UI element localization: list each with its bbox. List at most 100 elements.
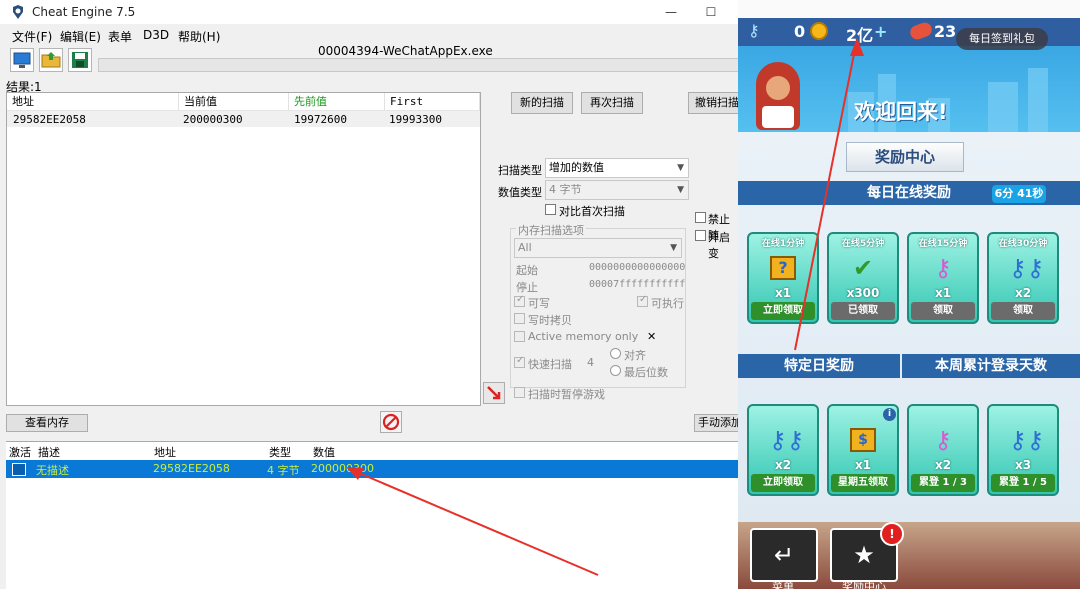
active-memory-checkbox[interactable] (514, 331, 525, 342)
col-header-first[interactable]: First (385, 93, 480, 111)
disable-random-checkbox[interactable] (695, 212, 706, 223)
add-to-list-arrow-icon[interactable] (483, 382, 505, 404)
col-header-type[interactable]: 类型 (269, 444, 291, 460)
col-header-description[interactable]: 描述 (38, 444, 60, 460)
open-file-icon[interactable] (39, 48, 63, 72)
menu-file[interactable]: 文件(F) (12, 28, 52, 45)
new-scan-button[interactable]: 新的扫描 (511, 92, 573, 114)
login-progress-button[interactable]: 累登 1 / 5 (991, 474, 1055, 492)
copy-on-write-checkbox[interactable] (514, 313, 525, 324)
hoverboard-icon (908, 20, 934, 42)
weekly-login-title: 本周累计登录天数 (902, 354, 1080, 378)
card-quantity: x1 (934, 286, 952, 300)
coins-count: 2亿 (846, 26, 874, 45)
keys-icon: ⚷⚷ (769, 426, 805, 454)
executable-checkbox[interactable] (637, 294, 648, 307)
claim-button[interactable]: 领取 (991, 302, 1055, 320)
scan-progress-bar (98, 58, 740, 72)
special-day-title: 特定日奖励 (738, 354, 900, 378)
info-icon[interactable]: i (883, 408, 896, 421)
add-coins-icon[interactable]: + (874, 22, 887, 41)
back-arrow-icon: ↵ (773, 541, 795, 569)
align-radio[interactable] (610, 348, 621, 359)
col-header-address[interactable]: 地址 (7, 93, 179, 111)
start-label: 起始 (516, 264, 538, 277)
enable-speedhack-checkbox[interactable] (695, 230, 706, 241)
chevron-down-icon: ▼ (670, 243, 677, 253)
key-icon: ⚷ (748, 21, 760, 40)
cell-current: 200000300 (183, 113, 243, 126)
last-digits-radio[interactable] (610, 365, 621, 376)
claim-now-button[interactable]: 立即领取 (751, 474, 815, 492)
memory-region-select[interactable]: All ▼ (514, 238, 682, 258)
claim-button[interactable]: 领取 (911, 302, 975, 320)
cell-address: 29582EE2058 (13, 113, 86, 126)
enable-speedhack-label: 开启变 (708, 231, 730, 260)
start-address-input[interactable]: 0000000000000000 (589, 262, 685, 273)
col-header-value[interactable]: 数值 (313, 444, 335, 460)
compare-first-checkbox[interactable] (545, 204, 556, 215)
stop-icon[interactable] (380, 411, 402, 433)
fast-scan-label: 快速扫描 (528, 358, 572, 371)
scan-type-select[interactable]: 增加的数值 ▼ (545, 158, 689, 178)
online-reward-card[interactable]: 在线1分钟 ? x1 立即领取 (747, 232, 819, 324)
view-memory-button[interactable]: 查看内存 (6, 414, 88, 432)
star-icon: ★ (853, 541, 875, 569)
save-icon[interactable] (68, 48, 92, 72)
keys-icon: ⚷⚷ (1009, 426, 1045, 454)
stop-address-input[interactable]: 00007fffffffffff (589, 279, 685, 290)
reward-center-tab[interactable]: 奖励中心 (846, 142, 964, 172)
menu-d3d[interactable]: D3D (143, 28, 169, 42)
card-title: 在线5分钟 (841, 239, 885, 249)
close-icon[interactable]: ✕ (647, 330, 656, 343)
row-value[interactable]: 200000300 (311, 462, 374, 475)
card-quantity: x2 (774, 458, 792, 472)
phone-status-strip (738, 0, 1080, 18)
weekly-reward-card[interactable]: ⚷⚷ x3 累登 1 / 5 (987, 404, 1059, 496)
col-header-previous[interactable]: 先前值 (289, 93, 385, 111)
next-scan-button[interactable]: 再次扫描 (581, 92, 643, 114)
select-process-icon[interactable] (10, 48, 34, 72)
special-reward-card[interactable]: ⚷⚷ x2 立即领取 (747, 404, 819, 496)
col-header-address[interactable]: 地址 (154, 444, 176, 460)
table-row[interactable]: 无描述 29582EE2058 4 字节 200000300 (6, 460, 740, 478)
address-list[interactable]: 激活 描述 地址 类型 数值 无描述 29582EE2058 4 字节 2000… (6, 441, 740, 589)
writable-checkbox[interactable] (514, 294, 525, 307)
hoverboard-icon: ✔ (852, 254, 874, 282)
special-reward-card[interactable]: $ i x1 星期五领取 (827, 404, 899, 496)
online-reward-card[interactable]: 在线5分钟 ✔ x300 已领取 (827, 232, 899, 324)
process-title: 00004394-WeChatAppEx.exe (318, 44, 493, 58)
notification-badge: ! (880, 522, 904, 546)
minimize-button[interactable]: — (656, 2, 686, 22)
coin-icon (810, 22, 828, 40)
col-header-current[interactable]: 当前值 (179, 93, 289, 111)
reward-center-label: 奖励中心 (842, 580, 886, 589)
claim-now-button[interactable]: 立即领取 (751, 302, 815, 320)
weekly-reward-card[interactable]: ⚷ x2 累登 1 / 3 (907, 404, 979, 496)
friday-claim-button[interactable]: 星期五领取 (831, 474, 895, 492)
menu-edit[interactable]: 编辑(E) (60, 28, 101, 45)
daily-signin-gift-button[interactable]: 每日签到礼包 (956, 28, 1048, 50)
card-quantity: x1 (854, 458, 872, 472)
maximize-button[interactable]: ☐ (696, 2, 726, 22)
align-label: 对齐 (624, 349, 646, 362)
value-type-select[interactable]: 4 字节 ▼ (545, 180, 689, 200)
menu-button[interactable]: ↵ (750, 528, 818, 582)
pause-game-checkbox[interactable] (514, 387, 525, 398)
key-icon: ⚷ (934, 254, 952, 282)
menu-table[interactable]: 表单 (108, 28, 132, 45)
found-addresses-list[interactable]: 地址 当前值 先前值 First 29582EE2058 200000300 1… (6, 92, 481, 406)
card-title: 在线30分钟 (998, 239, 1048, 249)
fast-scan-alignment-input[interactable]: 4 (587, 356, 594, 369)
last-digits-label: 最后位数 (624, 366, 668, 379)
online-reward-card[interactable]: 在线15分钟 ⚷ x1 领取 (907, 232, 979, 324)
fast-scan-checkbox[interactable] (514, 355, 525, 368)
cheat-engine-logo-icon (10, 4, 26, 20)
card-title: 在线1分钟 (761, 239, 805, 249)
cheat-engine-window: Cheat Engine 7.5 — ☐ 文件(F) 编辑(E) 表单 D3D … (0, 0, 746, 589)
active-checkbox[interactable] (12, 463, 26, 476)
col-header-active[interactable]: 激活 (9, 444, 31, 460)
online-reward-card[interactable]: 在线30分钟 ⚷⚷ x2 领取 (987, 232, 1059, 324)
menu-help[interactable]: 帮助(H) (178, 28, 220, 45)
login-progress-button[interactable]: 累登 1 / 3 (911, 474, 975, 492)
